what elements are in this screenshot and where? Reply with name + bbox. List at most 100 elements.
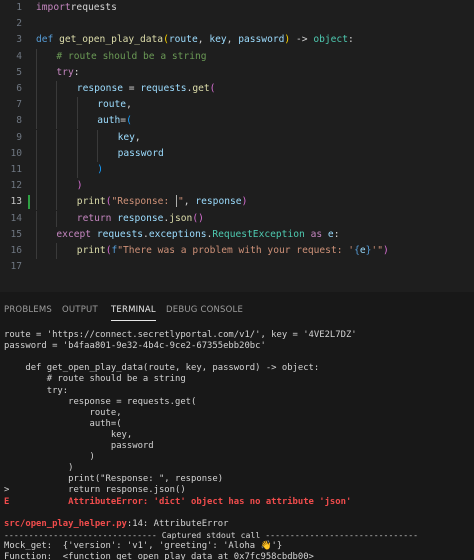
- terminal-line: print("Response: ", response): [4, 474, 224, 485]
- code-token: get: [192, 83, 210, 94]
- code-text: response = requests.get(: [77, 81, 216, 97]
- line-number: 9: [16, 131, 22, 143]
- code-token: (): [192, 212, 204, 224]
- code-token: "There was a problem with your request: …: [117, 245, 355, 256]
- code-token: as: [304, 228, 328, 240]
- terminal-line: def get_open_play_data(route, key, passw…: [4, 363, 320, 374]
- code-line[interactable]: 10 password: [0, 145, 474, 162]
- code-token: return: [76, 212, 118, 224]
- line-number: 10: [10, 147, 22, 159]
- indent-guide: [56, 81, 58, 97]
- code-text: try:: [56, 65, 79, 81]
- terminal-line: Function: <function get_open_play_data a…: [4, 552, 314, 560]
- indent-guide: [36, 194, 37, 211]
- terminal-line: ): [4, 463, 74, 474]
- code-line[interactable]: 17: [0, 259, 474, 275]
- code-token: import: [36, 2, 71, 13]
- code-token: key: [209, 34, 227, 46]
- code-text: ): [77, 178, 83, 194]
- indent-guide: [56, 162, 58, 178]
- code-line[interactable]: 8 auth=(: [0, 113, 474, 130]
- terminal-line: Mock_get: {'version': 'v1', 'greeting': …: [4, 540, 283, 551]
- line-number: 13: [10, 196, 22, 208]
- code-text: # route should be a string: [56, 49, 206, 65]
- indent-guide: [36, 162, 37, 178]
- code-line[interactable]: 6 response = requests.get(: [0, 81, 474, 97]
- code-token: ,: [134, 131, 141, 143]
- code-token: object: [313, 34, 348, 46]
- code-text: print(f"There was a problem with your re…: [77, 243, 389, 259]
- indent-guide: [36, 210, 37, 227]
- indent-guide: [56, 97, 58, 114]
- code-token: '": [371, 245, 383, 256]
- code-token: response: [195, 196, 242, 208]
- indent-guide: [76, 97, 78, 114]
- indent-guide: [36, 145, 37, 162]
- tab-terminal[interactable]: TERMINAL: [111, 305, 156, 321]
- indent-guide: [97, 129, 99, 146]
- code-text: except requests.exceptions.RequestExcept…: [56, 227, 339, 243]
- code-line[interactable]: 14 return response.json(): [0, 210, 474, 227]
- code-token: password: [238, 34, 285, 46]
- code-token: auth: [97, 115, 121, 127]
- code-line[interactable]: 1 importrequests: [0, 0, 474, 16]
- code-line[interactable]: 3 def get_open_play_data(route, key, pass…: [0, 32, 474, 48]
- code-token: print: [76, 196, 106, 208]
- code-token: response: [76, 83, 124, 94]
- error-location: :14: AttributeError: [126, 518, 229, 529]
- line-number: 15: [10, 228, 22, 240]
- tab-output[interactable]: OUTPUT: [62, 305, 98, 315]
- indent-guide: [36, 64, 37, 81]
- error-file-path[interactable]: src/open_play_helper.py: [4, 519, 127, 529]
- code-line[interactable]: 4 # route should be a string: [0, 48, 474, 65]
- terminal-line: ): [4, 452, 95, 463]
- indent-guide: [76, 162, 78, 178]
- indent-guide: [76, 145, 78, 162]
- indent-guide: [36, 178, 37, 195]
- code-token: key: [117, 131, 135, 143]
- code-line[interactable]: 7 route,: [0, 97, 474, 114]
- bottom-panel: PROBLEMS OUTPUT TERMINAL DEBUG CONSOLE rout…: [0, 292, 474, 560]
- indent-guide: [76, 113, 78, 130]
- code-token: route: [97, 99, 127, 111]
- terminal-line: password: [4, 441, 154, 451]
- modified-line-indicator: [28, 195, 30, 210]
- terminal-line: ------------------------------- Captured…: [4, 529, 419, 540]
- panel-tabs: PROBLEMS OUTPUT TERMINAL DEBUG CONSOLE: [0, 292, 474, 328]
- indent-guide: [56, 178, 58, 195]
- indent-guide: [36, 129, 37, 146]
- line-number: 16: [10, 245, 22, 256]
- code-token: except: [56, 228, 97, 240]
- code-token: requests: [70, 2, 117, 13]
- code-token: print: [76, 245, 106, 256]
- terminal-line: auth=(: [4, 418, 122, 429]
- code-token: RequestException: [212, 228, 305, 240]
- code-token: (: [126, 115, 132, 127]
- code-token: exceptions: [148, 228, 207, 240]
- indent-guide: [56, 145, 58, 162]
- code-line[interactable]: 9 key,: [0, 129, 474, 146]
- tab-problems[interactable]: PROBLEMS: [4, 305, 52, 315]
- code-line[interactable]: 13 print("Response: ", response): [0, 194, 474, 211]
- line-number: 6: [16, 83, 22, 94]
- code-line[interactable]: 11): [0, 162, 474, 178]
- indent-guide: [56, 194, 58, 211]
- code-token: =: [123, 83, 141, 94]
- code-line[interactable]: 5 try:: [0, 64, 474, 81]
- code-text: return response.json(): [77, 211, 204, 227]
- code-token: ->: [290, 34, 314, 46]
- code-token: password: [117, 147, 164, 159]
- code-text: password: [118, 146, 164, 162]
- tab-debug-console[interactable]: DEBUG CONSOLE: [166, 305, 243, 315]
- code-token: requests: [96, 228, 144, 240]
- code-line[interactable]: 2: [0, 16, 474, 32]
- code-token: ): [76, 180, 83, 192]
- code-token: requests: [140, 83, 187, 94]
- code-line[interactable]: 15 except requests.exceptions.RequestExce…: [0, 226, 474, 243]
- code-line[interactable]: 16 print(f"There was a problem with your …: [0, 243, 474, 259]
- code-token: json: [169, 212, 193, 224]
- code-line[interactable]: 12): [0, 178, 474, 195]
- code-token: ,: [226, 34, 239, 46]
- terminal-line: > return response.json(): [4, 485, 186, 496]
- code-editor[interactable]: 1 importrequests 2 3 def get_open_play_data(…: [0, 0, 474, 292]
